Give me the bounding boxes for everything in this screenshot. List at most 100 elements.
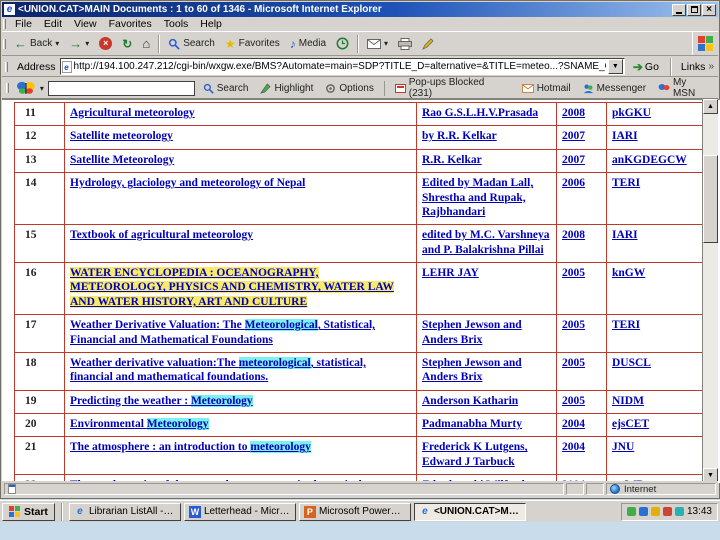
- taskbar-task[interactable]: e Librarian ListAll - Microsof...: [68, 502, 181, 521]
- author-link[interactable]: by R.R. Kelkar: [422, 130, 497, 142]
- favorites-button[interactable]: ★ Favorites: [220, 33, 285, 54]
- taskbar-task[interactable]: PMicrosoft PowerPoint - [U...: [298, 502, 411, 521]
- title-link[interactable]: Weather derivative valuation:The meteoro…: [70, 356, 366, 383]
- library-code-link[interactable]: NIDM: [612, 395, 644, 407]
- year-link[interactable]: 2006: [562, 177, 585, 189]
- forward-button[interactable]: → ▾: [64, 33, 94, 54]
- vertical-scrollbar[interactable]: ▲ ▼: [702, 99, 718, 483]
- address-input[interactable]: [71, 59, 608, 74]
- menu-help[interactable]: Help: [194, 18, 228, 30]
- tray-icon-5[interactable]: [674, 507, 684, 516]
- maximize-button[interactable]: [687, 3, 701, 16]
- msn-highlight-button[interactable]: Highlight: [256, 82, 317, 95]
- hotmail-button[interactable]: Hotmail: [518, 82, 575, 95]
- toolbar-grip[interactable]: [6, 83, 9, 93]
- tray-icon-4[interactable]: [662, 507, 672, 516]
- library-code-link[interactable]: JNU: [612, 441, 634, 453]
- history-button[interactable]: [331, 33, 354, 54]
- msn-search-button[interactable]: Search: [199, 82, 253, 95]
- year-link[interactable]: 2004: [562, 441, 585, 453]
- minimize-button[interactable]: [672, 3, 686, 16]
- document-status-icon: [8, 484, 16, 494]
- scrollbar-thumb[interactable]: [703, 155, 718, 243]
- year-link[interactable]: 2007: [562, 130, 585, 142]
- library-code-link[interactable]: DUSCL: [612, 357, 651, 369]
- library-code-link[interactable]: TERI: [612, 319, 640, 331]
- year-link[interactable]: 2005: [562, 357, 585, 369]
- year-link[interactable]: 2008: [562, 229, 585, 241]
- author-link[interactable]: Anderson Katharin: [422, 395, 518, 407]
- tray-icon-2[interactable]: [638, 507, 648, 516]
- year-link[interactable]: 2008: [562, 107, 585, 119]
- year-link[interactable]: 2005: [562, 267, 585, 279]
- tray-icon-1[interactable]: [626, 507, 636, 516]
- start-button[interactable]: Start: [2, 502, 55, 521]
- popup-blocker-button[interactable]: Pop-ups Blocked (231): [391, 76, 514, 100]
- year-link[interactable]: 2004: [562, 418, 585, 430]
- taskbar-task[interactable]: WLetterhead - Microsoft Word: [183, 502, 296, 521]
- taskbar-task[interactable]: e <UNION.CAT>MAIN ...: [413, 502, 526, 521]
- media-button[interactable]: ♪ Media: [285, 33, 331, 54]
- title-link[interactable]: Weather Derivative Valuation: The Meteor…: [70, 319, 375, 346]
- scroll-up-button[interactable]: ▲: [703, 99, 718, 114]
- home-button[interactable]: ⌂: [137, 33, 155, 54]
- title-link[interactable]: WATER ENCYCLOPEDIA : OCEANOGRAPHY, METEO…: [70, 267, 394, 308]
- author-link[interactable]: R.R. Kelkar: [422, 154, 482, 166]
- menu-favorites[interactable]: Favorites: [103, 18, 158, 30]
- close-button[interactable]: ×: [702, 3, 716, 16]
- menu-tools[interactable]: Tools: [158, 18, 195, 30]
- msn-options-button[interactable]: Options: [321, 82, 377, 95]
- year-link[interactable]: 2007: [562, 154, 585, 166]
- toolbar-grip[interactable]: [3, 19, 6, 29]
- toolbar-grip[interactable]: [5, 61, 8, 72]
- go-button[interactable]: ➔ Go: [629, 61, 663, 73]
- refresh-button[interactable]: ↻: [117, 33, 137, 54]
- back-button[interactable]: ← Back ▾: [9, 33, 64, 54]
- library-code-link[interactable]: knGW: [612, 267, 645, 279]
- msn-dropdown-icon[interactable]: ▾: [40, 84, 44, 93]
- author-link[interactable]: Stephen Jewson and Anders Brix: [422, 357, 522, 383]
- title-link[interactable]: Hydrology, glaciology and meteorology of…: [70, 177, 305, 189]
- author-link[interactable]: Padmanabha Murty: [422, 418, 522, 430]
- author-link[interactable]: Stephen Jewson and Anders Brix: [422, 319, 522, 345]
- library-code-link[interactable]: IARI: [612, 130, 638, 142]
- author-link[interactable]: edited by M.C. Varshneya and P. Balakris…: [422, 229, 549, 255]
- author-link[interactable]: LEHR JAY: [422, 267, 479, 279]
- back-dropdown-icon[interactable]: ▾: [55, 39, 59, 48]
- menu-file[interactable]: File: [9, 18, 38, 30]
- title-link[interactable]: Agricultural meteorology: [70, 107, 195, 119]
- toolbar-grip[interactable]: [3, 38, 6, 49]
- library-code-link[interactable]: ejsCET: [612, 418, 649, 430]
- title-link[interactable]: Satellite Meteorology: [70, 154, 174, 166]
- title-link[interactable]: The atmosphere : an introduction to mete…: [70, 441, 311, 454]
- stop-button[interactable]: ×: [94, 33, 117, 54]
- msn-search-input[interactable]: [47, 80, 195, 96]
- mail-button[interactable]: ▾: [362, 33, 393, 54]
- menu-edit[interactable]: Edit: [38, 18, 68, 30]
- links-button[interactable]: Links »: [681, 61, 714, 73]
- my-msn-button[interactable]: My MSN: [654, 76, 715, 100]
- library-code-link[interactable]: pkGKU: [612, 107, 651, 119]
- library-code-link[interactable]: TERI: [612, 177, 640, 189]
- menu-view[interactable]: View: [68, 18, 103, 30]
- year-cell: 2008: [556, 224, 607, 263]
- mail-dropdown-icon[interactable]: ▾: [384, 39, 388, 48]
- messenger-button[interactable]: Messenger: [579, 82, 650, 95]
- author-link[interactable]: Edited by Madan Lall, Shrestha and Rupak…: [422, 177, 533, 218]
- library-code-link[interactable]: IARI: [612, 229, 638, 241]
- title-link[interactable]: Predicting the weather : Meteorology: [70, 394, 253, 407]
- print-button[interactable]: [393, 33, 417, 54]
- author-link[interactable]: Frederick K Lutgens, Edward J Tarbuck: [422, 441, 528, 467]
- tray-icon-3[interactable]: [650, 507, 660, 516]
- library-code-link[interactable]: anKGDEGCW: [612, 154, 687, 166]
- year-link[interactable]: 2005: [562, 395, 585, 407]
- title-link[interactable]: Textbook of agricultural meteorology: [70, 229, 253, 241]
- title-link[interactable]: Satellite meteorology: [70, 130, 173, 142]
- search-button[interactable]: Search: [163, 33, 220, 54]
- forward-dropdown-icon[interactable]: ▾: [85, 39, 89, 48]
- edit-button[interactable]: [417, 33, 439, 54]
- author-link[interactable]: Rao G.S.L.H.V.Prasada: [422, 107, 538, 119]
- year-link[interactable]: 2005: [562, 319, 585, 331]
- address-dropdown-icon[interactable]: ▼: [607, 59, 623, 74]
- title-link[interactable]: Environmental Meteorology: [70, 418, 209, 430]
